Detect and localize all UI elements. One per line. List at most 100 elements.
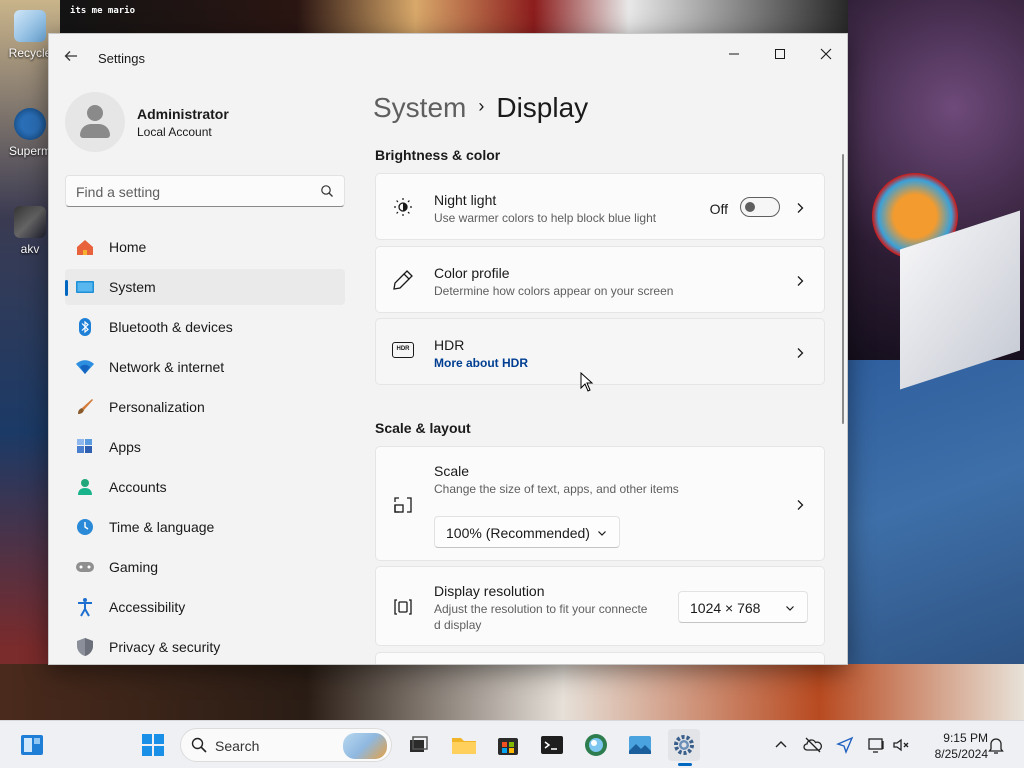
scale-card[interactable]: Scale Change the size of text, apps, and… [375, 446, 825, 561]
photos-button[interactable] [624, 729, 656, 761]
next-setting-card[interactable] [375, 652, 825, 664]
recycle-bin-icon [14, 10, 46, 42]
sidebar-item-privacy-security[interactable]: Privacy & security [65, 629, 345, 664]
display-resolution-subtitle-line2: d display [434, 618, 482, 632]
person-icon [78, 479, 92, 495]
maximize-icon [775, 49, 785, 59]
sidebar-item-apps[interactable]: Apps [65, 429, 345, 465]
search-input[interactable] [76, 182, 316, 202]
breadcrumb-parent[interactable]: System [373, 92, 466, 123]
night-light-toggle[interactable] [740, 197, 780, 217]
avatar[interactable] [65, 92, 125, 152]
sidebar-item-home[interactable]: Home [65, 229, 345, 265]
avatar-head [87, 105, 103, 121]
chevron-up-icon[interactable] [771, 735, 791, 755]
sidebar-item-accessibility[interactable]: Accessibility [65, 589, 345, 625]
desktop-icon-superm[interactable]: Superm [8, 108, 52, 158]
maximize-button[interactable] [757, 40, 803, 70]
section-title-scale-layout: Scale & layout [375, 420, 471, 436]
sidebar-item-bluetooth[interactable]: Bluetooth & devices [65, 309, 345, 345]
color-profile-card[interactable]: Color profile Determine how colors appea… [375, 246, 825, 313]
settings-taskbar-button[interactable] [668, 729, 700, 761]
chevron-right-icon [797, 500, 804, 510]
location-icon[interactable] [835, 735, 855, 755]
back-button[interactable] [61, 48, 81, 68]
shield-icon [77, 638, 93, 656]
sidebar-item-label: Bluetooth & devices [109, 319, 233, 335]
title-bar[interactable]: Settings [49, 34, 847, 82]
search-icon[interactable] [320, 184, 334, 198]
scale-dropdown-value: 100% (Recommended) [446, 525, 590, 541]
taskbar-search[interactable]: Search [180, 728, 392, 762]
close-button[interactable] [803, 40, 847, 70]
search-box[interactable] [65, 175, 345, 207]
sidebar-item-personalization[interactable]: Personalization [65, 389, 345, 425]
minimize-button[interactable] [711, 40, 757, 70]
file-explorer-button[interactable] [448, 729, 480, 761]
sidebar-item-label: Gaming [109, 559, 159, 575]
sidebar-item-label: Personalization [109, 399, 205, 415]
desktop-icon-recycle-bin[interactable]: Recycle [8, 10, 52, 60]
gear-icon [674, 735, 694, 755]
night-light-subtitle: Use warmer colors to help block blue lig… [434, 211, 657, 225]
sidebar-item-accounts[interactable]: Accounts [65, 469, 345, 505]
clock[interactable]: 9:15 PM 8/25/2024 [918, 730, 988, 762]
more-about-hdr-link[interactable]: More about HDR [434, 356, 528, 370]
browser-button[interactable] [580, 729, 612, 761]
bluetooth-icon [79, 318, 91, 336]
sidebar-item-label: Accounts [109, 479, 167, 495]
desktop-icon-label: akv [20, 242, 40, 256]
terminal-icon [541, 736, 563, 754]
sidebar-item-label: Network & internet [109, 359, 225, 375]
app-shortcut-icon [14, 108, 46, 140]
taskbar: Search 9:15 PM 8/25/2024 [0, 720, 1024, 768]
task-view-button[interactable] [402, 729, 434, 761]
display-resolution-title: Display resolution [434, 583, 545, 599]
sidebar-item-label: Apps [109, 439, 141, 455]
desktop-icon-akv[interactable]: akv [8, 206, 52, 256]
arrow-left-icon [64, 51, 77, 61]
home-icon [77, 240, 93, 255]
display-resolution-card[interactable]: Display resolution Adjust the resolution… [375, 566, 825, 646]
onedrive-offline-icon[interactable] [803, 735, 823, 755]
widgets-icon [21, 735, 43, 755]
brightness-icon [394, 198, 412, 216]
avatar-body [80, 124, 110, 138]
sidebar-item-gaming[interactable]: Gaming [65, 549, 345, 585]
section-title-brightness: Brightness & color [375, 147, 501, 163]
volume-muted-icon[interactable] [891, 735, 911, 755]
widgets-button[interactable] [16, 729, 48, 761]
sidebar-item-label: Time & language [109, 519, 215, 535]
photos-icon [629, 736, 651, 754]
scale-title: Scale [434, 463, 470, 479]
globe-app-icon [585, 734, 607, 756]
scale-icon [394, 497, 412, 513]
notification-bell-icon[interactable] [986, 735, 1006, 755]
chevron-down-icon [598, 531, 606, 536]
search-highlight-icon [343, 733, 387, 759]
scale-dropdown[interactable]: 100% (Recommended) [434, 516, 620, 548]
apps-icon [77, 439, 92, 453]
display-resolution-dropdown[interactable]: 1024 × 768 [678, 591, 808, 623]
terminal-button[interactable] [536, 729, 568, 761]
resolution-icon [394, 599, 412, 615]
windows-logo-icon [142, 734, 164, 756]
night-light-card[interactable]: Night light Use warmer colors to help bl… [375, 173, 825, 240]
night-light-title: Night light [434, 192, 497, 208]
store-button[interactable] [492, 729, 524, 761]
wallpaper-strip-bottom [0, 664, 1024, 720]
main-scrollbar[interactable] [842, 154, 844, 424]
hdr-card[interactable]: HDR HDR More about HDR [375, 318, 825, 385]
minimize-icon [729, 53, 739, 55]
sidebar-item-label: Home [109, 239, 147, 255]
network-icon[interactable] [867, 735, 887, 755]
sidebar-item-time-language[interactable]: Time & language [65, 509, 345, 545]
start-button[interactable] [137, 729, 169, 761]
display-resolution-subtitle-line1: Adjust the resolution to fit your connec… [434, 602, 648, 616]
task-view-icon [410, 736, 428, 752]
sidebar-item-label: Accessibility [109, 599, 186, 615]
sidebar-item-network[interactable]: Network & internet [65, 349, 345, 385]
night-light-state: Off [709, 201, 728, 217]
system-icon [76, 281, 94, 293]
sidebar-item-system[interactable]: System [65, 269, 345, 305]
